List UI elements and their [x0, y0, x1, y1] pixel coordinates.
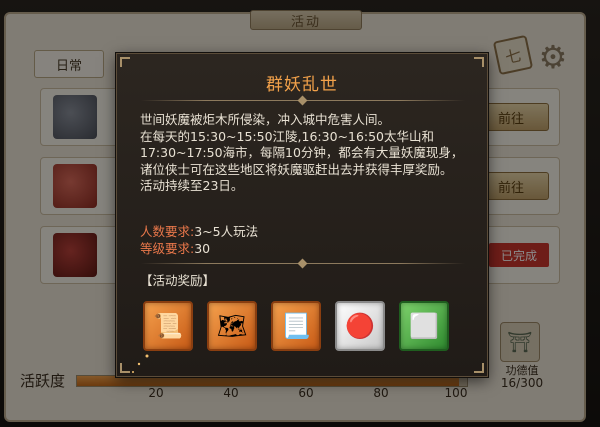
player-requirement-value: 3~5人玩法: [194, 224, 259, 239]
reward-glyph: 📜: [153, 312, 183, 340]
red-gem-icon[interactable]: 🔴: [335, 301, 385, 351]
frame-corner: [474, 57, 484, 67]
reward-glyph: ⬜: [409, 312, 439, 340]
player-requirement-label: 人数要求:: [140, 224, 195, 239]
event-title: 群妖乱世: [266, 75, 338, 95]
silver-ingot-icon[interactable]: ⬜: [399, 301, 449, 351]
frame-corner: [120, 57, 130, 67]
reward-divider: [141, 258, 465, 269]
player-requirement: 人数要求:3~5人玩法: [140, 224, 258, 240]
rewards-title: 【活动奖励】: [140, 273, 216, 288]
reward-glyph: 🗺: [216, 312, 248, 340]
sparkle-decoration: [132, 354, 149, 373]
reward-glyph: 📃: [281, 312, 311, 340]
scroll-bundle-icon[interactable]: 📜: [143, 301, 193, 351]
map-scroll-icon[interactable]: 🗺: [207, 301, 257, 351]
title-divider: [141, 95, 465, 106]
level-requirement-label: 等级要求:: [140, 241, 195, 256]
skill-scroll-icon[interactable]: 📃: [271, 301, 321, 351]
reward-glyph: 🔴: [345, 312, 375, 340]
event-detail-popup: 群妖乱世 世间妖魔被炬木所侵染，冲入城中危害人间。 在每天的15:30~15:5…: [116, 53, 488, 377]
frame-corner: [474, 363, 484, 373]
level-requirement-value: 30: [194, 241, 211, 256]
event-description: 世间妖魔被炬木所侵染，冲入城中危害人间。 在每天的15:30~15:50江陵,1…: [140, 112, 464, 193]
level-requirement: 等级要求:30: [140, 241, 210, 257]
